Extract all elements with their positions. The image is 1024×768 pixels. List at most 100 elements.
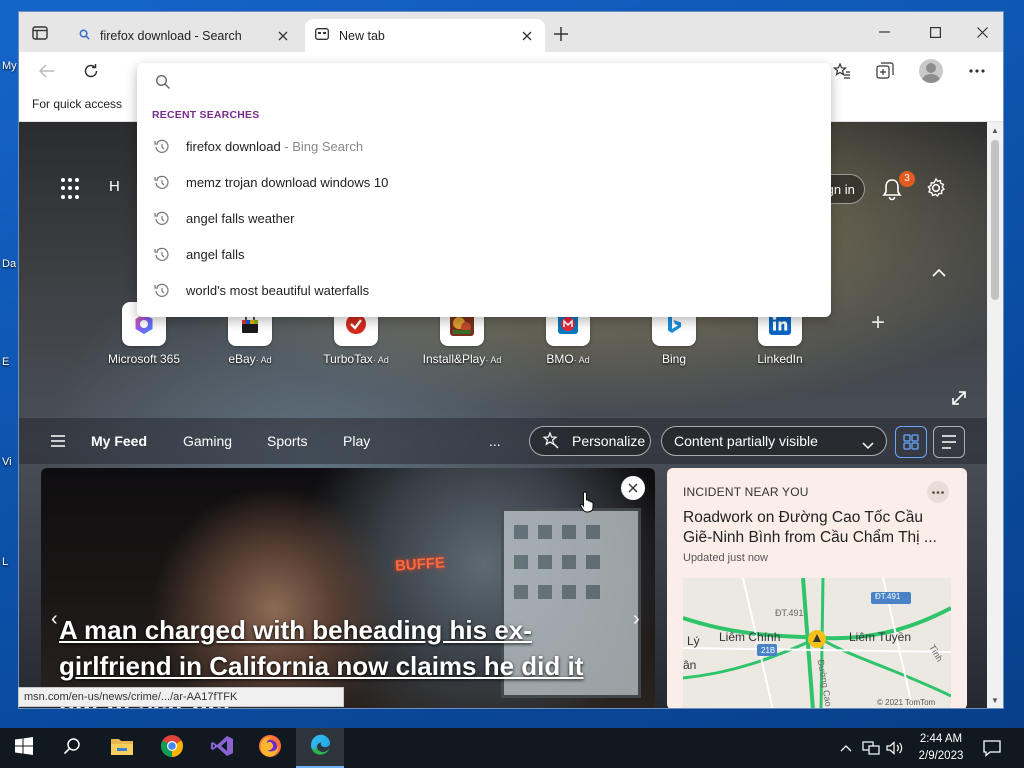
- taskbar-file-explorer[interactable]: [98, 728, 146, 768]
- map-label: ĐT.491: [775, 608, 804, 618]
- action-center-icon[interactable]: [982, 738, 1002, 758]
- close-window-button[interactable]: [965, 20, 999, 44]
- expand-background-icon[interactable]: [951, 390, 967, 406]
- minimize-button[interactable]: [867, 20, 901, 44]
- settings-more-icon[interactable]: [962, 57, 992, 85]
- suggestion-item[interactable]: world's most beautiful waterfalls: [137, 274, 831, 308]
- feed-navigation: My Feed Gaming Sports Play ... Personali…: [19, 418, 989, 464]
- more-tabs-button[interactable]: ...: [489, 433, 501, 449]
- dismiss-story-button[interactable]: [621, 476, 645, 500]
- start-button[interactable]: [0, 728, 48, 768]
- map-label: ĐT.491: [875, 592, 901, 601]
- scroll-up-arrow[interactable]: ▲: [990, 126, 1000, 136]
- suggestion-item[interactable]: angel falls weather: [137, 202, 831, 236]
- suggestion-item[interactable]: firefox download - Bing Search: [137, 130, 831, 164]
- system-clock[interactable]: 2:44 AM 2/9/2023: [908, 731, 974, 765]
- personalize-label: Personalize: [572, 433, 646, 449]
- close-tab-icon[interactable]: [275, 28, 291, 44]
- close-tab-icon[interactable]: [519, 28, 535, 44]
- add-quick-link-button[interactable]: +: [865, 310, 891, 336]
- address-bar-input[interactable]: [181, 69, 801, 95]
- quick-link-label: Install&Play: [422, 352, 486, 366]
- list-view-button[interactable]: [933, 426, 965, 458]
- history-clock-icon: [154, 139, 170, 155]
- desktop-icon-label[interactable]: Vi: [2, 456, 12, 468]
- profile-avatar[interactable]: [916, 57, 946, 85]
- ad-marker: · Ad: [485, 355, 502, 365]
- personalize-icon: [542, 430, 560, 452]
- history-clock-icon: [154, 283, 170, 299]
- quick-link-label: LinkedIn: [757, 352, 803, 366]
- hero-news-card[interactable]: BUFFE ‹ › A man charged with beheading h…: [41, 468, 655, 708]
- suggestion-text: angel falls: [186, 247, 245, 262]
- taskbar-edge[interactable]: [296, 728, 344, 768]
- incident-title[interactable]: Roadwork on Đường Cao Tốc Cầu Giẽ-Ninh B…: [683, 508, 953, 548]
- next-story-arrow[interactable]: ›: [633, 608, 640, 631]
- desktop-icon-label[interactable]: L: [2, 556, 8, 568]
- collections-icon[interactable]: [870, 57, 900, 85]
- incident-heading: INCIDENT NEAR YOU: [683, 485, 809, 499]
- suggestion-text: world's most beautiful waterfalls: [186, 283, 370, 298]
- volume-icon[interactable]: [884, 728, 906, 768]
- start-icon: [15, 736, 33, 760]
- tab-gaming[interactable]: Gaming: [183, 433, 232, 449]
- edge-icon: [308, 733, 332, 762]
- map-copyright: © 2021 TomTom: [877, 698, 936, 707]
- tab-title: firefox download - Search: [100, 28, 242, 43]
- network-icon[interactable]: [860, 728, 882, 768]
- tab-actions-icon[interactable]: [29, 22, 51, 44]
- visual-studio-icon: [210, 734, 234, 763]
- personalize-button[interactable]: Personalize: [529, 426, 651, 456]
- desktop-icon-label[interactable]: Da: [2, 258, 16, 270]
- menu-icon[interactable]: [51, 434, 65, 447]
- tab-play[interactable]: Play: [343, 433, 370, 449]
- tab-my-feed[interactable]: My Feed: [91, 433, 147, 449]
- app-launcher-icon[interactable]: [61, 178, 83, 200]
- quick-link-label: eBay: [228, 352, 256, 366]
- recent-searches-heading: RECENT SEARCHES: [152, 109, 260, 121]
- chevron-down-icon: [862, 437, 874, 453]
- mouse-cursor-icon: [580, 491, 594, 513]
- suggestion-text: firefox download: [186, 139, 281, 154]
- more-options-icon[interactable]: [927, 481, 949, 503]
- suggestion-item[interactable]: angel falls: [137, 238, 831, 272]
- chevron-up-icon[interactable]: [931, 265, 947, 277]
- search-icon: [79, 29, 90, 43]
- page-settings-gear-icon[interactable]: [925, 177, 947, 199]
- maximize-button[interactable]: [918, 20, 952, 44]
- quick-link-label: Bing: [661, 352, 687, 366]
- history-clock-icon: [154, 211, 170, 227]
- taskbar-visual-studio[interactable]: [198, 728, 246, 768]
- back-button[interactable]: [33, 57, 61, 85]
- tab-new-tab[interactable]: New tab: [305, 19, 545, 52]
- content-visibility-dropdown[interactable]: Content partially visible: [661, 426, 887, 456]
- incident-map[interactable]: Lý Liêm Chính Liêm Tuyền ĐT.491 ĐT.491 2…: [683, 578, 951, 708]
- search-icon: [155, 74, 171, 90]
- refresh-button[interactable]: [77, 57, 105, 85]
- new-tab-button[interactable]: [551, 24, 571, 44]
- scroll-thumb[interactable]: [991, 140, 999, 300]
- taskbar-search-button[interactable]: [48, 728, 96, 768]
- map-label: Lý: [687, 634, 700, 648]
- suggestion-item[interactable]: memz trojan download windows 10: [137, 166, 831, 200]
- quick-link-label: TurboTax: [323, 352, 373, 366]
- incident-updated-time: Updated just now: [683, 552, 768, 564]
- suggestion-source: - Bing Search: [280, 139, 364, 154]
- add-favorite-icon[interactable]: [827, 57, 857, 85]
- taskbar-chrome[interactable]: [148, 728, 196, 768]
- previous-story-arrow[interactable]: ‹: [51, 608, 58, 631]
- desktop-icon-label[interactable]: My: [2, 60, 17, 72]
- incident-card[interactable]: INCIDENT NEAR YOU Roadwork on Đường Cao …: [667, 468, 967, 708]
- desktop-icon-label[interactable]: E: [2, 356, 9, 368]
- show-hidden-icons[interactable]: [836, 728, 856, 768]
- page-scrollbar[interactable]: ▲ ▼: [987, 122, 1003, 708]
- content-visibility-value: Content partially visible: [674, 433, 818, 449]
- grid-view-button[interactable]: [895, 426, 927, 458]
- tab-sports[interactable]: Sports: [267, 433, 307, 449]
- map-label: Liêm Chính: [719, 630, 781, 644]
- taskbar-firefox[interactable]: [246, 728, 294, 768]
- quick-link-label: Microsoft 365: [107, 352, 181, 366]
- tab-search[interactable]: firefox download - Search: [69, 19, 301, 52]
- map-label: 21B: [761, 646, 776, 655]
- scroll-down-arrow[interactable]: ▼: [990, 696, 1000, 706]
